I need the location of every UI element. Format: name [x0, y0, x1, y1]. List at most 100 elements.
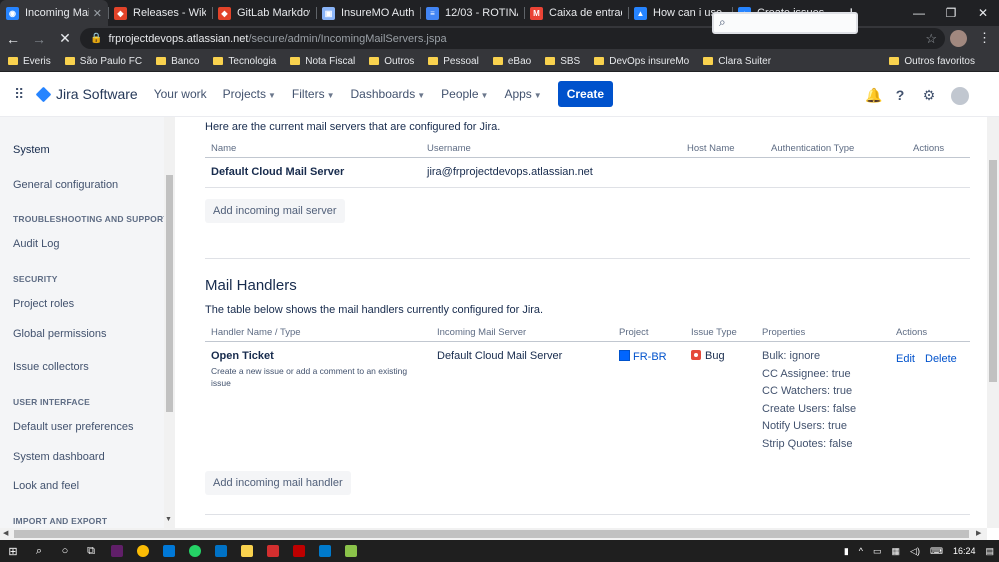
add-incoming-mail-handler-button[interactable]: Add incoming mail handler	[205, 471, 351, 495]
nav-dashboards[interactable]: Dashboards ▼	[351, 87, 426, 101]
search-icon[interactable]: ⌕	[26, 540, 52, 562]
minimize-icon[interactable]: —	[903, 0, 935, 26]
bookmark[interactable]: Everis	[8, 56, 51, 67]
sidebar-item-general-configuration[interactable]: General configuration	[13, 179, 118, 191]
scroll-left-icon[interactable]: ◀	[3, 529, 8, 537]
restore-icon[interactable]: ❐	[935, 0, 967, 26]
bookmark[interactable]: Clara Suiter	[703, 56, 771, 67]
keyboard-icon[interactable]: ⌨	[930, 546, 943, 557]
notification-center-icon[interactable]: ▤	[985, 546, 994, 557]
nav-your-work[interactable]: Your work	[154, 87, 207, 101]
bookmark[interactable]: Tecnologia	[213, 56, 276, 67]
bug-icon	[691, 350, 701, 360]
tray-expand-icon[interactable]: ^	[859, 546, 863, 556]
browser-tab[interactable]: ◉ Incoming Mail ✕	[0, 0, 108, 26]
bookmark[interactable]: Nota Fiscal	[290, 56, 355, 67]
scroll-down-icon[interactable]: ▼	[165, 516, 172, 523]
sidebar-item-system-dashboard[interactable]: System dashboard	[13, 451, 105, 463]
network-icon[interactable]: ▦	[892, 546, 901, 557]
chrome-icon[interactable]	[130, 540, 156, 562]
jira-diamond-icon	[35, 86, 52, 102]
delete-handler-link[interactable]: Delete	[925, 353, 957, 365]
file-explorer-icon[interactable]	[234, 540, 260, 562]
forward-icon[interactable]: →	[26, 31, 52, 47]
column-header: Actions	[896, 327, 928, 338]
bookmark[interactable]: São Paulo FC	[64, 55, 143, 67]
close-icon[interactable]: ✕	[93, 7, 102, 20]
page-horizontal-scrollbar-thumb[interactable]	[14, 530, 969, 538]
bookmark[interactable]: Outros	[369, 56, 414, 67]
acrobat-icon[interactable]	[260, 540, 286, 562]
column-header: Handler Name / Type	[211, 327, 301, 338]
browser-tab[interactable]: ◆ Releases - Wiki	[108, 0, 212, 26]
browser-tab[interactable]: ≡ 12/03 - ROTINA	[420, 0, 524, 26]
filezilla-icon[interactable]	[286, 540, 312, 562]
page-scrollbar-thumb[interactable]	[989, 160, 997, 382]
stop-icon[interactable]: ✕	[52, 30, 78, 47]
close-window-icon[interactable]: ✕	[967, 0, 999, 26]
edit-handler-link[interactable]: Edit	[896, 353, 915, 365]
nav-apps[interactable]: Apps ▼	[504, 87, 541, 101]
bookmark[interactable]: Banco	[156, 56, 199, 67]
bookmark[interactable]: Pessoal	[428, 56, 479, 67]
help-icon[interactable]: ?	[891, 86, 909, 104]
folder-icon	[369, 57, 380, 65]
tray-app-icon[interactable]: ▮	[844, 546, 849, 557]
app-switcher-icon[interactable]: ⠿	[14, 86, 28, 103]
chevron-down-icon: ▼	[480, 91, 489, 100]
settings-gear-icon[interactable]: ⚙	[920, 86, 938, 104]
search-input[interactable]: ⌕	[712, 12, 858, 34]
bookmark[interactable]: DevOps insureMo	[594, 56, 689, 67]
profile-avatar[interactable]	[950, 30, 967, 47]
sidebar-item-look-and-feel[interactable]: Look and feel	[13, 480, 79, 492]
sidebar-item-default-user-preferences[interactable]: Default user preferences	[13, 421, 133, 433]
bookmark-star-icon[interactable]: ☆	[925, 31, 937, 47]
user-avatar[interactable]	[951, 87, 969, 105]
create-button[interactable]: Create	[557, 81, 614, 107]
handler-property: CC Assignee: true	[762, 368, 851, 380]
table-divider	[205, 341, 970, 342]
bookmark[interactable]: SBS	[545, 56, 580, 67]
task-view-icon[interactable]: ⧉	[78, 540, 104, 562]
chevron-down-icon: ▼	[326, 91, 335, 100]
tab-title: Caixa de entrada	[549, 7, 622, 19]
sidebar-item-project-roles[interactable]: Project roles	[13, 298, 74, 310]
outlook-icon[interactable]	[208, 540, 234, 562]
cortana-icon[interactable]: ○	[52, 540, 78, 562]
url-host: frprojectdevops.atlassian.net	[108, 32, 249, 45]
table-row-divider	[205, 187, 970, 188]
scroll-right-icon[interactable]: ▶	[976, 529, 981, 537]
sidebar-scrollbar-thumb[interactable]	[166, 175, 173, 412]
sidebar-section-user-interface: USER INTERFACE	[13, 397, 90, 407]
folder-icon	[64, 57, 75, 65]
vscode-icon[interactable]	[312, 540, 338, 562]
servers-intro: Here are the current mail servers that a…	[205, 121, 501, 133]
slack-icon[interactable]	[104, 540, 130, 562]
add-incoming-mail-server-button[interactable]: Add incoming mail server	[205, 199, 345, 223]
bookmark-label: DevOps insureMo	[609, 55, 690, 67]
battery-icon[interactable]: ▭	[873, 546, 882, 557]
bookmark-label: São Paulo FC	[79, 55, 143, 67]
jira-logo[interactable]: Jira Software	[35, 86, 138, 102]
sidebar-item-issue-collectors[interactable]: Issue collectors	[13, 361, 89, 373]
bookmark[interactable]: eBao	[492, 56, 531, 67]
windows-start-icon[interactable]: ⊞	[0, 540, 26, 562]
browser-menu-icon[interactable]: ⋮	[978, 30, 991, 46]
whatsapp-icon[interactable]	[182, 540, 208, 562]
handler-project-link[interactable]: FR-BR	[619, 350, 667, 363]
volume-icon[interactable]: ◁)	[910, 546, 920, 557]
media-player-icon[interactable]	[156, 540, 182, 562]
app-icon[interactable]	[338, 540, 364, 562]
other-bookmarks[interactable]: Outros favoritos	[889, 56, 975, 67]
back-icon[interactable]: ←	[0, 31, 26, 47]
clock[interactable]: 16:24	[953, 546, 976, 556]
nav-projects[interactable]: Projects ▼	[223, 87, 276, 101]
nav-filters[interactable]: Filters ▼	[292, 87, 335, 101]
nav-people[interactable]: People ▼	[441, 87, 488, 101]
notifications-icon[interactable]: 🔔	[865, 86, 883, 104]
sidebar-item-audit-log[interactable]: Audit Log	[13, 238, 59, 250]
browser-tab[interactable]: ▣ InsureMO Auth	[316, 0, 420, 26]
browser-tab[interactable]: ◆ GitLab Markdown	[212, 0, 316, 26]
browser-tab[interactable]: M Caixa de entrada	[524, 0, 628, 26]
sidebar-item-global-permissions[interactable]: Global permissions	[13, 328, 107, 340]
